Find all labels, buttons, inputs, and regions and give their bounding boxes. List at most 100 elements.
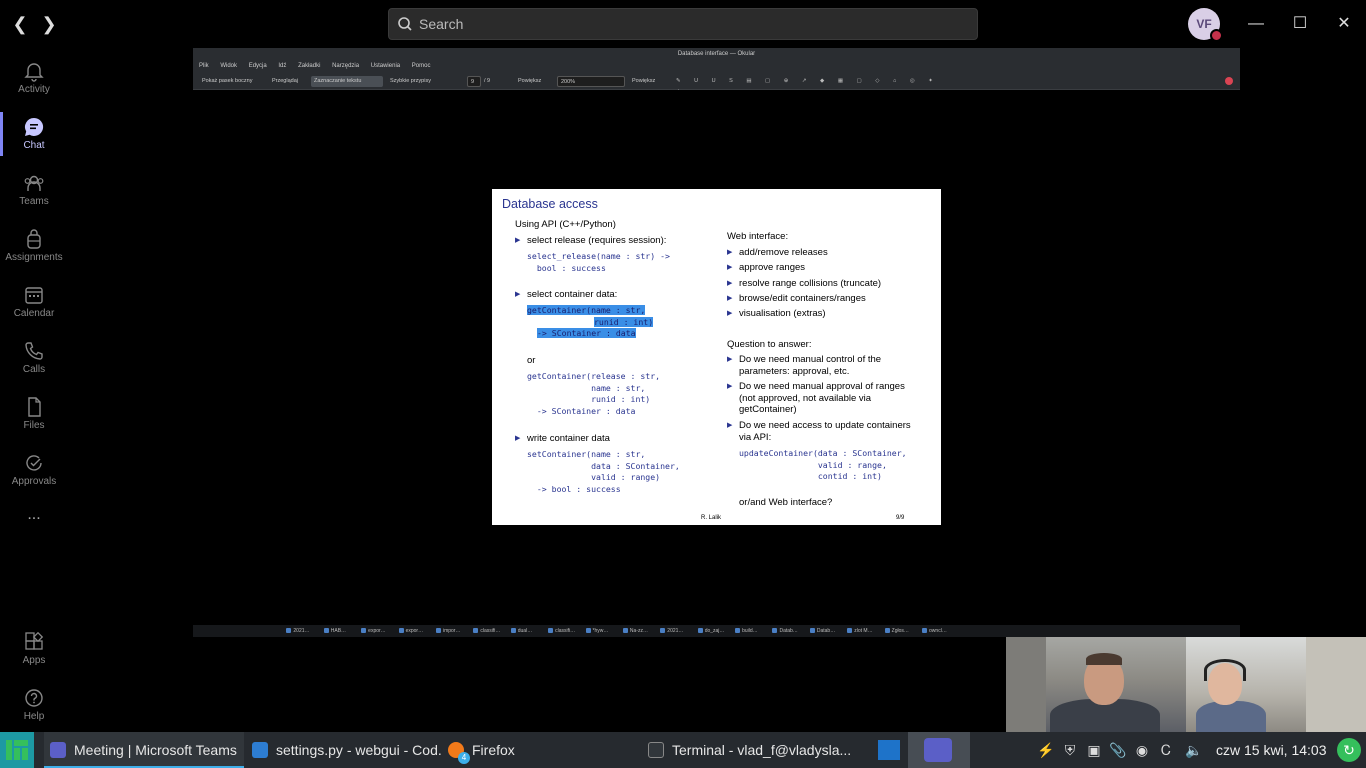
os-taskbar: Meeting | Microsoft Teams settings.py - … <box>0 732 1366 768</box>
menu-item[interactable]: Widok <box>220 63 237 69</box>
bullet-icon: ▶ <box>727 310 733 317</box>
attachment-icon[interactable]: 📎 <box>1108 740 1128 760</box>
more-apps-button[interactable]: ... <box>0 506 68 558</box>
rail-label: Teams <box>19 196 49 207</box>
fit-button[interactable]: Powiększ <box>515 76 544 87</box>
battery-icon[interactable]: ⚡ <box>1036 740 1056 760</box>
clock[interactable]: czw 15 kwi, 14:03 <box>1216 732 1327 768</box>
slide-bullet: browse/edit containers/ranges <box>739 293 866 304</box>
inner-task: 2021… <box>285 625 320 637</box>
browse-tool-button[interactable]: Przeglądaj <box>269 76 301 87</box>
quick-annotations-button[interactable]: Szybkie przypisy <box>387 76 434 87</box>
menu-item[interactable]: Edycja <box>249 63 267 69</box>
minimize-icon[interactable]: — <box>1244 12 1268 36</box>
inner-task: Datab… <box>809 625 844 637</box>
close-icon[interactable]: ✕ <box>1332 12 1356 36</box>
task-label: Firefox <box>472 742 515 758</box>
highlighted-code: getContainer(name : str, <box>527 305 646 315</box>
maximize-icon[interactable]: ☐ <box>1288 12 1312 36</box>
help-icon <box>25 689 43 707</box>
left-rail: Activity Chat Teams Assignments Calendar… <box>0 48 68 732</box>
slide-code: getContainer(release : str, name : str, … <box>527 371 661 416</box>
slide-text: or <box>527 355 536 366</box>
zoom-button[interactable]: Powiększ <box>629 76 658 87</box>
rail-item-assignments[interactable]: Assignments <box>0 220 68 272</box>
teams-icon <box>50 742 66 758</box>
bullet-icon: ▶ <box>727 280 733 287</box>
inner-task: 2021… <box>659 625 694 637</box>
rail-item-approvals[interactable]: Approvals <box>0 444 68 496</box>
task-firefox[interactable]: Firefox 4 <box>446 732 626 768</box>
page-number-input[interactable]: 9 <box>467 76 481 87</box>
highlighted-code: -> SContainer : data <box>537 328 636 338</box>
rail-item-files[interactable]: Files <box>0 388 68 440</box>
inner-task: classifi… <box>547 625 582 637</box>
rail-label: Calendar <box>13 308 55 319</box>
shield-icon[interactable]: ⛨ <box>1060 740 1080 760</box>
teams-tray-icon[interactable]: ◉ <box>1132 740 1152 760</box>
rail-item-calendar[interactable]: Calendar <box>0 276 68 328</box>
menu-item[interactable]: Narzędzia <box>332 63 359 69</box>
menu-item[interactable]: Pomoc <box>412 63 431 69</box>
approvals-icon <box>26 455 42 471</box>
avatar-initials: VF <box>1196 17 1212 31</box>
search-placeholder: Search <box>419 16 464 32</box>
menu-item[interactable]: Idź <box>278 63 286 69</box>
menu-item[interactable]: Ustawienia <box>371 63 400 69</box>
inner-task: classifi… <box>472 625 507 637</box>
volume-icon[interactable]: 🔈 <box>1184 740 1204 760</box>
clipboard-icon[interactable]: ▣ <box>1084 740 1104 760</box>
slide-bullet: resolve range collisions (truncate) <box>739 278 882 289</box>
shared-screen: Database interface — Okular Plik Widok E… <box>193 48 1240 637</box>
pager-desktop[interactable] <box>872 732 906 768</box>
update-icon[interactable]: ↻ <box>1337 738 1361 762</box>
search-input[interactable]: Search <box>388 8 978 40</box>
slide-page: Database access Using API (C++/Python) ▶… <box>492 189 941 525</box>
slide-code-selected: runid : int) <box>594 317 654 329</box>
app-launcher-button[interactable] <box>0 732 34 768</box>
zoom-select[interactable]: 200% <box>557 76 625 87</box>
inner-task: owncl… <box>921 625 956 637</box>
rail-item-help[interactable]: Help <box>0 679 68 731</box>
participant-hair <box>1086 653 1122 665</box>
inner-task: dual… <box>510 625 545 637</box>
participant-video[interactable] <box>1186 637 1366 732</box>
task-vscode[interactable]: settings.py - webgui - Cod... <box>248 732 442 768</box>
highlighted-code: runid : int) <box>594 317 654 327</box>
shared-screen-taskbar: 2021… HAB… expor… expor… impor… classifi… <box>193 625 1240 637</box>
rail-item-teams[interactable]: Teams <box>0 164 68 216</box>
task-teams[interactable]: Meeting | Microsoft Teams <box>44 732 244 768</box>
bluetooth-icon[interactable]: Ꮯ <box>1156 740 1176 760</box>
participant-body <box>1196 701 1266 732</box>
firefox-badge: 4 <box>458 752 470 764</box>
text-select-button[interactable]: Zaznaczanie tekstu <box>311 76 383 87</box>
avatar[interactable]: VF <box>1188 8 1223 42</box>
okular-window-title: Database interface — Okular <box>193 48 1240 60</box>
rail-item-calls[interactable]: Calls <box>0 332 68 384</box>
menu-item[interactable]: Plik <box>199 63 209 69</box>
pager-active-desktop[interactable] <box>908 732 970 768</box>
slide-text: Question to answer: <box>727 339 812 350</box>
annotation-tools[interactable]: ✎ U U S ▤ ▢ ⊕ ↗ ◆ ▦ ▢ ◇ ⌂ ◎ ✦ ★ <box>673 76 943 95</box>
slide-title: Database access <box>502 197 598 211</box>
teams-window-icon <box>924 738 952 762</box>
back-arrow-icon[interactable]: ❮ <box>8 12 32 36</box>
menu-item[interactable]: Zakładki <box>298 63 320 69</box>
rail-label: Help <box>23 711 45 722</box>
rail-label: Calls <box>22 364 46 375</box>
slide-code: setContainer(name : str, data : SContain… <box>527 449 680 494</box>
desktop-icon <box>878 740 900 760</box>
task-terminal[interactable]: Terminal - vlad_f@vladysla... <box>644 732 854 768</box>
rail-item-activity[interactable]: Activity <box>0 52 68 104</box>
task-label: settings.py - webgui - Cod... <box>276 742 442 758</box>
rail-label: Apps <box>22 655 46 666</box>
inner-task: do_zaj… <box>697 625 732 637</box>
rail-item-apps[interactable]: Apps <box>0 623 68 675</box>
slide-footer-page: 9/9 <box>896 515 905 521</box>
forward-arrow-icon[interactable]: ❯ <box>37 12 61 36</box>
sidebar-toggle-button[interactable]: Pokaż pasek boczny <box>199 76 255 87</box>
rail-item-chat[interactable]: Chat <box>0 108 68 160</box>
document-view[interactable]: Database access Using API (C++/Python) ▶… <box>193 90 1240 625</box>
inner-task: *hyw… <box>585 625 620 637</box>
participant-video[interactable] <box>1006 637 1186 732</box>
